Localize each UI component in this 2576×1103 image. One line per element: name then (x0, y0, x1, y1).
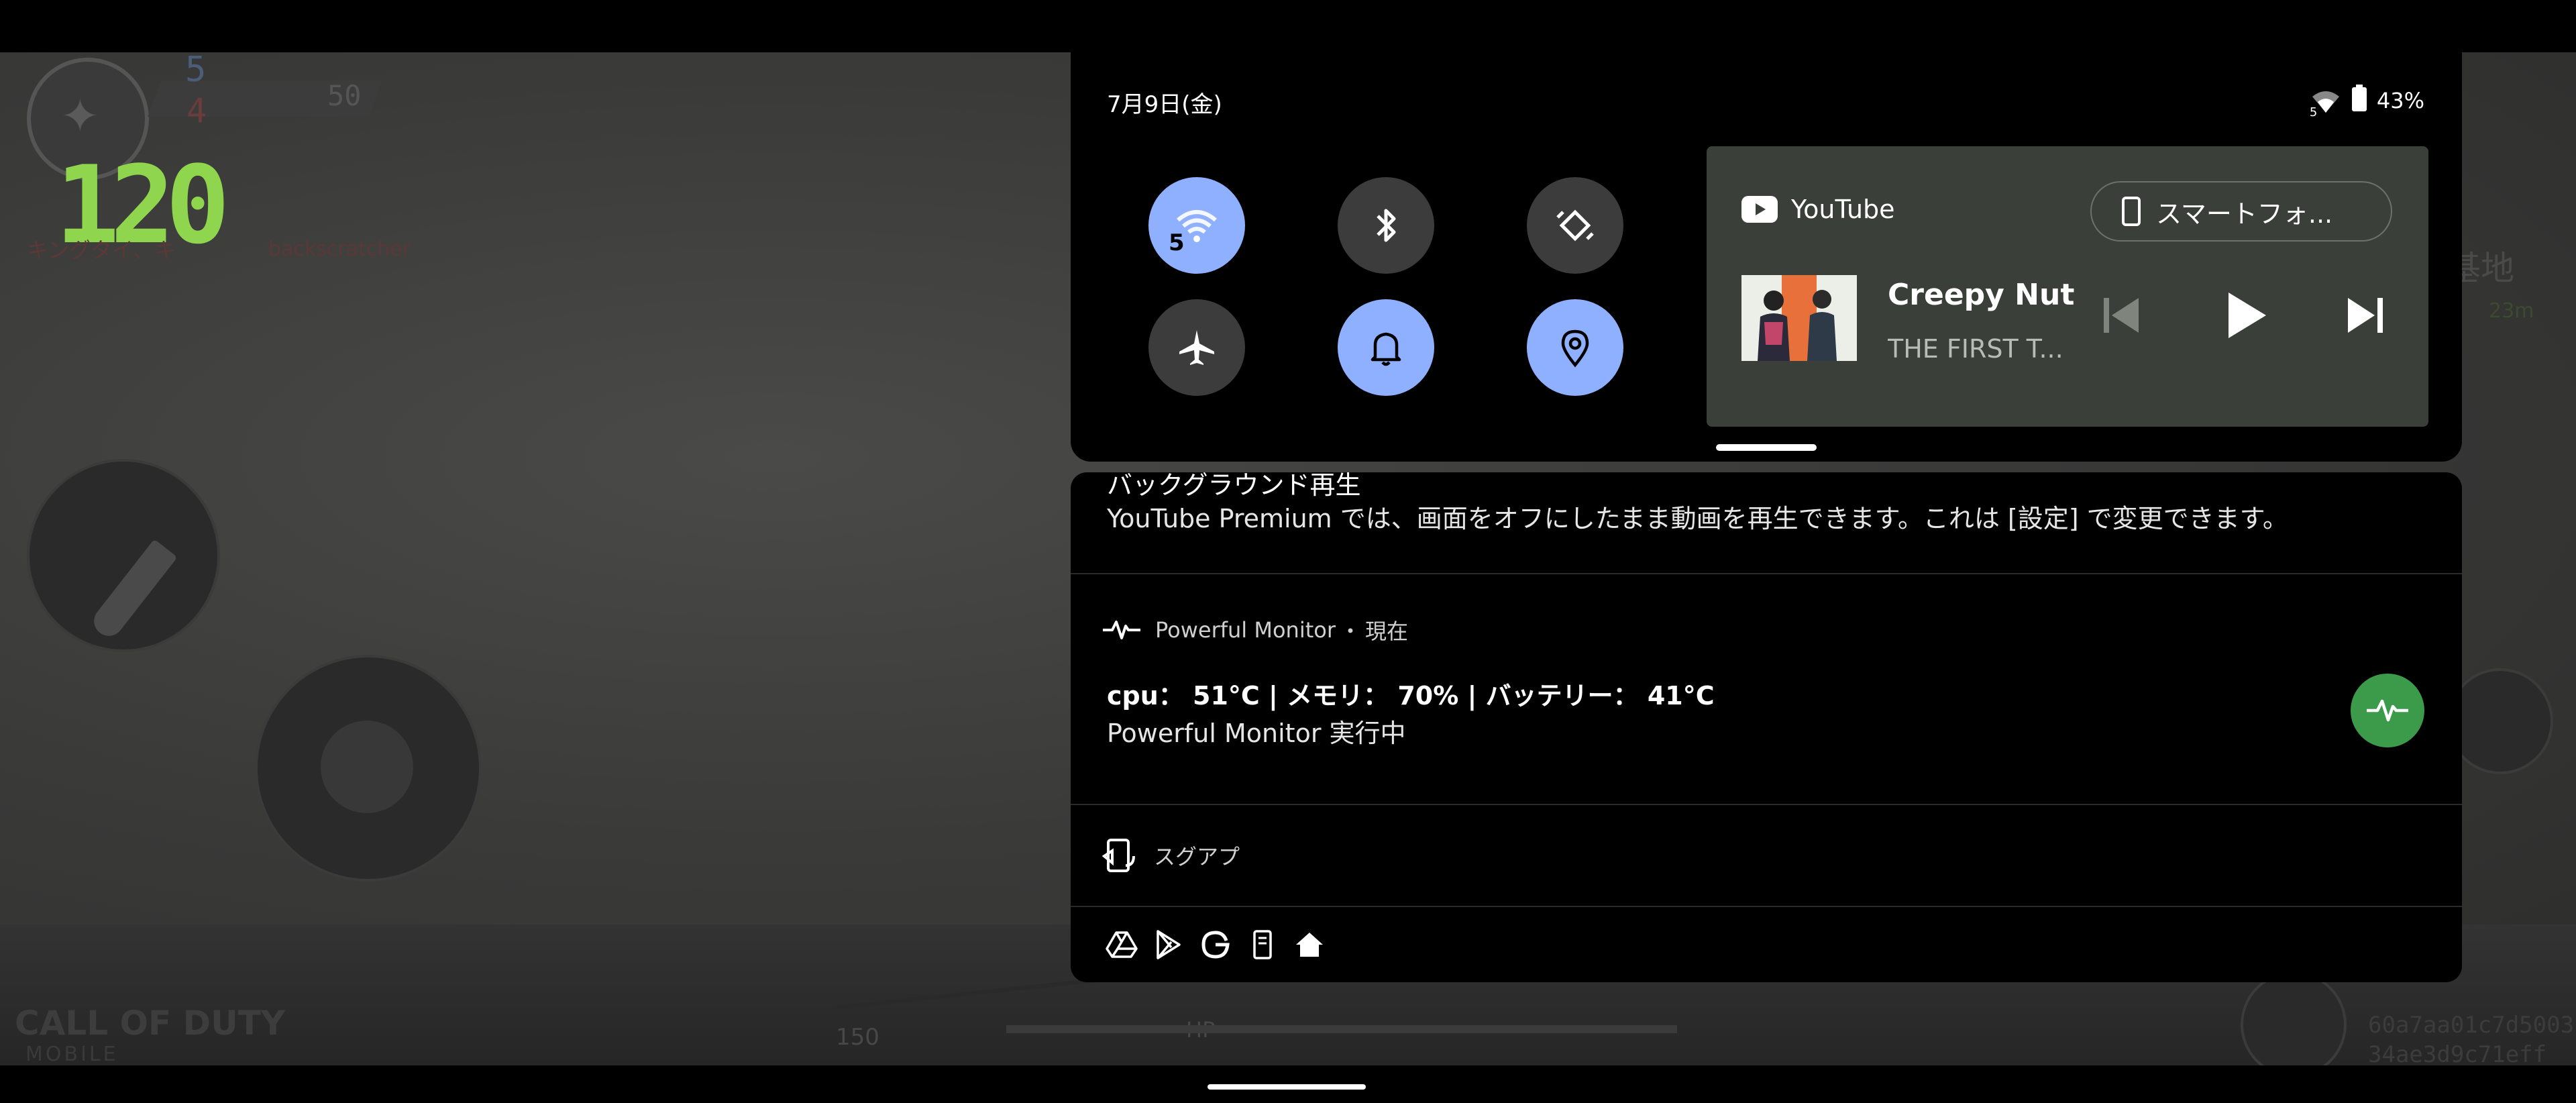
monitor-app-icon (2351, 674, 2424, 747)
pulse-icon (1103, 621, 1140, 639)
media-player-card[interactable]: YouTube スマートフォ... Creepy Nut... THE FIRS… (1707, 146, 2428, 427)
youtube-icon (1741, 196, 1778, 223)
play-icon (2229, 293, 2266, 338)
battery-icon (2351, 85, 2367, 117)
wifi-tile-badge: 5 (1169, 229, 1185, 256)
previous-track-button[interactable] (2097, 288, 2145, 342)
media-app-name: YouTube (1791, 195, 1895, 224)
gesture-navigation-bar[interactable] (1208, 1084, 1366, 1090)
notification-app-name: スグアプ (1154, 844, 1240, 870)
play-button[interactable] (2219, 288, 2273, 342)
skip-next-icon (2348, 298, 2383, 333)
notification-separator: ・ (1340, 619, 1362, 644)
album-art (1741, 275, 1857, 361)
notification-body: YouTube Premium では、画面をオフにしたまま動画を再生できます。こ… (1107, 504, 2288, 533)
player-tag: キングタイ、キ (27, 238, 176, 263)
location-pin-icon (1561, 329, 1589, 368)
target-score: 50 (327, 79, 362, 112)
location-tile[interactable] (1527, 299, 1623, 396)
skip-previous-icon (2104, 298, 2139, 333)
notification-app-name: Powerful Monitor (1155, 617, 1336, 643)
google-icon (1201, 931, 1230, 959)
notification-overflow-row[interactable] (1071, 907, 2462, 982)
health-bar (1006, 1025, 1677, 1033)
bell-icon (1371, 332, 1401, 366)
blue-score: 5 (185, 52, 207, 90)
airplane-mode-tile[interactable] (1148, 299, 1245, 396)
game-logo-sub: MOBILE (25, 1043, 119, 1065)
track-title: Creepy Nut... (1888, 278, 2076, 312)
quick-settings-panel: 7月9日(金) 5 43% 5 YouTube スマートフォ... Creepy… (1071, 52, 2462, 462)
powerful-monitor-notification[interactable]: Powerful Monitor ・ 現在 cpu： 51°C | メモリ： 7… (1071, 574, 2462, 804)
crouch-button[interactable] (2447, 668, 2553, 774)
monitor-status: Powerful Monitor 実行中 (1107, 719, 1406, 748)
notification-header: スグアプ (1102, 836, 1240, 875)
notification-sound-tile[interactable] (1338, 299, 1434, 396)
monitor-stats: cpu： 51°C | メモリ： 70% | バッテリー： 41°C (1107, 681, 1715, 711)
auto-rotate-tile[interactable] (1527, 177, 1623, 274)
pulse-icon (2367, 699, 2408, 722)
wifi-badge: 5 (2309, 105, 2318, 119)
track-artist: THE FIRST T... (1888, 334, 2063, 364)
media-app-header: YouTube (1741, 195, 1895, 224)
red-score: 4 (186, 91, 207, 130)
sugu-app-icon (1102, 839, 1135, 872)
sugu-app-notification[interactable]: スグアプ (1071, 805, 2462, 906)
notification-header: Powerful Monitor ・ 現在 (1102, 615, 1408, 645)
health-value: 150 (836, 1024, 879, 1051)
session-code-line: 60a7aa01c7d5003 (2368, 1012, 2575, 1039)
phone-cast-icon (1253, 930, 1272, 959)
session-code-line: 34ae3d9c71eff (2368, 1041, 2547, 1065)
smartphone-icon (2122, 197, 2141, 226)
youtube-notification[interactable]: バックグラウンド再生 YouTube Premium では、画面をオフにしたまま… (1071, 472, 2462, 573)
status-icons: 5 43% (2310, 85, 2424, 119)
game-logo: CALL OF DUTY (15, 1004, 286, 1043)
drive-icon (1106, 931, 1138, 958)
wifi-tile[interactable]: 5 (1148, 177, 1245, 274)
notification-shade: 7月9日(金) 5 43% 5 YouTube スマートフォ... Creepy… (1071, 52, 2462, 982)
notification-time: 現在 (1365, 619, 1409, 644)
session-code: 60a7aa01c7d5003 34ae3d9c71eff (2368, 1010, 2574, 1065)
home-icon (1296, 933, 1323, 957)
battery-percent: 43% (2376, 88, 2424, 113)
media-output-button[interactable]: スマートフォ... (2090, 181, 2392, 242)
shade-drag-handle[interactable] (1716, 444, 1817, 451)
play-store-icon (1157, 930, 1181, 959)
next-track-button[interactable] (2341, 288, 2390, 342)
status-date: 7月9日(金) (1107, 91, 1222, 118)
bluetooth-icon (1377, 209, 1396, 242)
distance-label: 23m (2489, 299, 2534, 323)
joystick-knob (321, 721, 413, 813)
auto-rotate-icon (1556, 209, 1594, 242)
airplane-icon (1179, 330, 1214, 365)
bluetooth-tile[interactable] (1338, 177, 1434, 274)
notification-title: バックグラウンド再生 (1107, 472, 1361, 500)
wifi-signal-icon: 5 (2310, 87, 2342, 119)
killfeed-name: backscratcher (268, 238, 411, 261)
media-output-label: スマートフォ... (2156, 199, 2333, 229)
